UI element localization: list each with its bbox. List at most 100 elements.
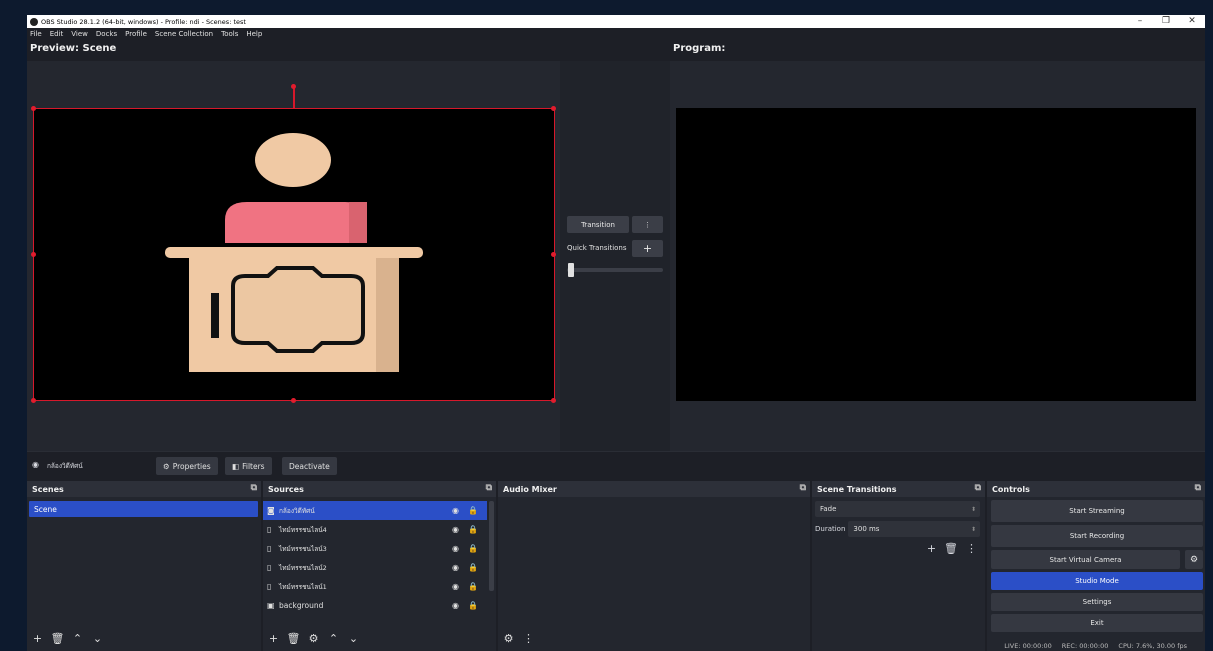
resize-handle[interactable]	[551, 106, 556, 111]
lock-icon[interactable]: 🔒	[468, 525, 478, 534]
menu-bar: File Edit View Docks Profile Scene Colle…	[27, 28, 1205, 40]
program-pane	[670, 61, 1205, 451]
program-canvas	[676, 108, 1196, 401]
source-item[interactable]: ◙ กล้องวิดีทัศน์ ◉ 🔒	[263, 501, 487, 520]
close-button[interactable]: ✕	[1179, 15, 1205, 28]
add-icon[interactable]: +	[266, 632, 281, 645]
source-item[interactable]: ▯ ไทม์ทรรชนไลน์2 ◉ 🔒	[263, 558, 487, 577]
window-title: OBS Studio 28.1.2 (64-bit, windows) - Pr…	[41, 17, 246, 26]
gear-icon: ⚙	[163, 461, 170, 471]
source-name: ไทม์ทรรชนไลน์3	[279, 544, 327, 553]
undock-icon[interactable]: ⧉	[800, 483, 806, 493]
rotation-handle[interactable]	[291, 84, 296, 89]
lock-icon[interactable]: 🔒	[468, 506, 478, 515]
menu-edit[interactable]: Edit	[50, 30, 64, 38]
arrow-down-icon[interactable]: ⌄	[90, 632, 105, 645]
menu-view[interactable]: View	[71, 30, 88, 38]
source-item[interactable]: ▣ background ◉ 🔒	[263, 596, 487, 615]
add-quick-transition-button[interactable]: +	[632, 240, 663, 257]
selection-box[interactable]	[33, 108, 555, 401]
menu-profile[interactable]: Profile	[125, 30, 147, 38]
duration-label: Duration	[815, 525, 846, 533]
menu-tools[interactable]: Tools	[221, 30, 238, 38]
undock-icon[interactable]: ⧉	[486, 483, 492, 493]
resize-handle[interactable]	[551, 398, 556, 403]
add-icon[interactable]: +	[30, 632, 45, 645]
controls-header: Controls ⧉	[987, 481, 1205, 497]
eye-icon[interactable]: ◉	[452, 544, 459, 553]
chevron-updown-icon: ⬍	[970, 505, 976, 513]
eye-icon[interactable]: ◉	[452, 601, 459, 610]
duration-field[interactable]: 300 ms ⬍	[848, 521, 980, 537]
resize-handle[interactable]	[31, 252, 36, 257]
source-item[interactable]: ▯ ไทม์ทรรชนไลน์4 ◉ 🔒	[263, 520, 487, 539]
file-icon: ▯	[267, 525, 272, 534]
undock-icon[interactable]: ⧉	[251, 483, 257, 493]
settings-button[interactable]: Settings	[991, 593, 1203, 611]
minimize-button[interactable]: –	[1127, 15, 1153, 28]
selected-source-name: กล้องวิดีทัศน์	[47, 462, 83, 470]
trash-icon[interactable]: 🗑	[50, 632, 65, 645]
undock-icon[interactable]: ⧉	[975, 483, 981, 493]
eye-icon[interactable]: ◉	[452, 582, 459, 591]
eye-icon[interactable]: ◉	[452, 506, 459, 515]
properties-button[interactable]: ⚙ Properties	[156, 457, 218, 475]
duration-row: Duration 300 ms ⬍	[812, 521, 985, 537]
source-item[interactable]: ▯ ไทม์ทรรชนไลน์1 ◉ 🔒	[263, 577, 487, 596]
transition-select[interactable]: Fade ⬍	[815, 501, 980, 517]
source-name: ไทม์ทรรชนไลน์2	[279, 563, 327, 572]
trash-icon[interactable]: 🗑	[944, 542, 958, 555]
lock-icon[interactable]: 🔒	[468, 563, 478, 572]
undock-icon[interactable]: ⧉	[1195, 483, 1201, 493]
start-streaming-button[interactable]: Start Streaming	[991, 500, 1203, 522]
start-virtual-camera-button[interactable]: Start Virtual Camera	[991, 550, 1180, 569]
obs-logo-icon	[30, 17, 38, 26]
add-icon[interactable]: +	[927, 542, 936, 555]
restore-button[interactable]: ❐	[1153, 15, 1179, 28]
arrow-up-icon[interactable]: ⌃	[70, 632, 85, 645]
exit-button[interactable]: Exit	[991, 614, 1203, 632]
controls-title: Controls	[992, 484, 1030, 494]
eye-icon[interactable]: ◉	[452, 563, 459, 572]
resize-handle[interactable]	[291, 398, 296, 403]
file-icon: ▯	[267, 544, 272, 553]
resize-handle[interactable]	[551, 252, 556, 257]
preview-pane[interactable]	[27, 61, 560, 451]
resize-handle[interactable]	[31, 106, 36, 111]
gear-icon[interactable]: ⚙	[306, 632, 321, 645]
more-icon[interactable]: ⋮	[521, 632, 536, 645]
title-bar: OBS Studio 28.1.2 (64-bit, windows) - Pr…	[27, 15, 1205, 28]
eye-icon[interactable]: ◉	[452, 525, 459, 534]
lock-icon[interactable]: 🔒	[468, 601, 478, 610]
transition-more-button[interactable]: ⋮	[632, 216, 663, 233]
transition-slider[interactable]	[567, 268, 663, 272]
menu-scene-collection[interactable]: Scene Collection	[155, 30, 213, 38]
lock-icon[interactable]: 🔒	[468, 582, 478, 591]
menu-help[interactable]: Help	[246, 30, 262, 38]
menu-docks[interactable]: Docks	[96, 30, 117, 38]
transition-button[interactable]: Transition	[567, 216, 629, 233]
more-icon[interactable]: ⋮	[966, 542, 977, 555]
filters-button[interactable]: ◧ Filters	[225, 457, 272, 475]
source-name: ไทม์ทรรชนไลน์4	[279, 525, 327, 534]
lock-icon[interactable]: 🔒	[468, 544, 478, 553]
sources-dock-title: Sources	[268, 484, 304, 494]
source-item[interactable]: ▯ ไทม์ทรรชนไลน์3 ◉ 🔒	[263, 539, 487, 558]
duration-value: 300 ms	[853, 525, 880, 533]
trash-icon[interactable]: 🗑	[286, 632, 301, 645]
deactivate-button[interactable]: Deactivate	[282, 457, 337, 475]
sources-scrollbar[interactable]	[489, 501, 494, 591]
start-recording-button[interactable]: Start Recording	[991, 525, 1203, 547]
properties-label: Properties	[172, 461, 211, 471]
resize-handle[interactable]	[31, 398, 36, 403]
studio-mode-button[interactable]: Studio Mode	[991, 572, 1203, 590]
menu-file[interactable]: File	[30, 30, 42, 38]
filters-label: Filters	[242, 461, 265, 471]
transition-slider-handle[interactable]	[568, 263, 574, 277]
scene-list-item[interactable]: Scene	[29, 501, 258, 517]
arrow-down-icon[interactable]: ⌄	[346, 632, 361, 645]
arrow-up-icon[interactable]: ⌃	[326, 632, 341, 645]
program-title: Program:	[673, 43, 726, 54]
gear-icon[interactable]: ⚙	[1185, 550, 1203, 569]
advanced-audio-icon[interactable]: ⚙	[501, 632, 516, 645]
